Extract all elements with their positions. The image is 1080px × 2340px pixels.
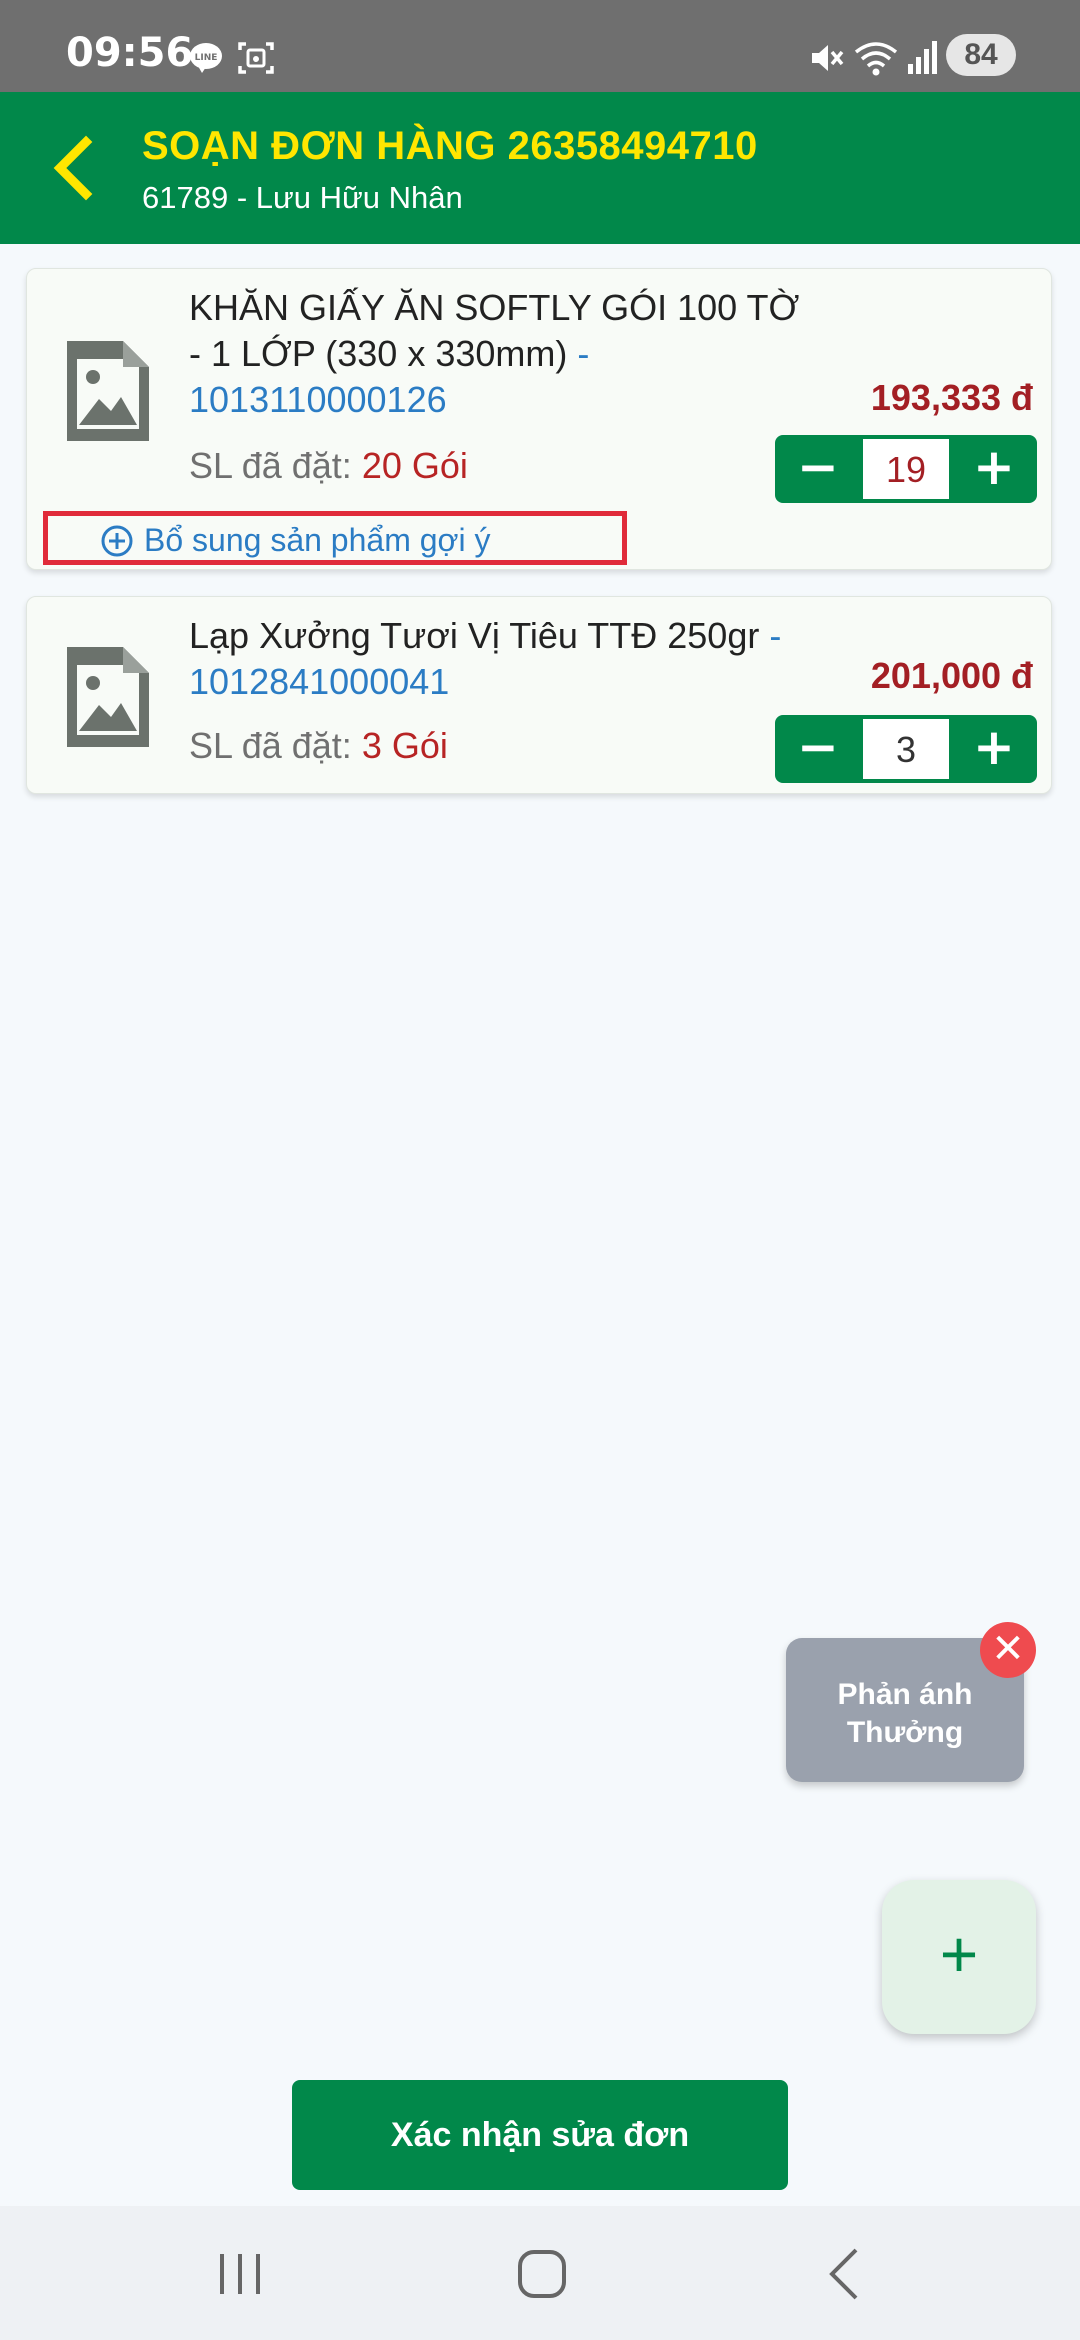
- product-price: 201,000 đ: [870, 655, 1033, 696]
- add-suggested-product-link[interactable]: Bổ sung sản phẩm gợi ý: [43, 511, 627, 565]
- product-name: Lạp Xưởng Tươi Vị Tiêu TTĐ 250gr - 10128…: [189, 615, 782, 702]
- quantity-input[interactable]: 3: [863, 719, 949, 779]
- customer-name: 61789 - Lưu Hữu Nhân: [142, 180, 463, 215]
- close-icon[interactable]: ✕: [980, 1622, 1036, 1678]
- quantity-input[interactable]: 19: [863, 439, 949, 499]
- product-name: KHĂN GIẤY ĂN SOFTLY GÓI 100 TỜ - 1 LỚP (…: [189, 287, 800, 420]
- ordered-quantity: SL đã đặt: 3 Gói: [189, 725, 448, 766]
- back-arrow-icon[interactable]: [40, 128, 110, 208]
- confirm-edit-order-button[interactable]: Xác nhận sửa đơn: [292, 2080, 788, 2190]
- status-bar: 09:56 LINE 84: [0, 0, 1080, 92]
- recent-apps-icon[interactable]: [210, 2244, 270, 2304]
- mute-icon: [812, 45, 844, 71]
- svg-text:LINE: LINE: [195, 53, 218, 63]
- system-nav-bar: [0, 2206, 1080, 2340]
- image-placeholder-icon: [67, 341, 149, 441]
- decrease-button[interactable]: −: [775, 435, 861, 503]
- product-code: 1012841000041: [189, 661, 450, 702]
- product-card[interactable]: KHĂN GIẤY ĂN SOFTLY GÓI 100 TỜ - 1 LỚP (…: [26, 268, 1052, 570]
- wifi-icon: [854, 42, 898, 76]
- screenshot-icon: [238, 42, 274, 74]
- image-placeholder-icon: [67, 647, 149, 747]
- add-product-fab[interactable]: +: [882, 1880, 1036, 2034]
- signal-icon: [908, 41, 937, 74]
- battery-level: 84: [946, 34, 1016, 76]
- quantity-stepper: − 19 +: [775, 435, 1037, 503]
- page-title: SOẠN ĐƠN HÀNG 26358494710: [142, 124, 758, 168]
- status-time: 09:56: [66, 30, 194, 76]
- product-code: 1013110000126: [189, 379, 447, 420]
- quantity-stepper: − 3 +: [775, 715, 1037, 783]
- decrease-button[interactable]: −: [775, 715, 861, 783]
- product-price: 193,333 đ: [870, 377, 1033, 418]
- suggest-label: Bổ sung sản phẩm gợi ý: [144, 522, 491, 558]
- home-icon[interactable]: [512, 2244, 572, 2304]
- line-icon: LINE: [190, 43, 222, 73]
- back-icon[interactable]: [816, 2244, 876, 2304]
- increase-button[interactable]: +: [951, 435, 1037, 503]
- increase-button[interactable]: +: [951, 715, 1037, 783]
- product-card[interactable]: Lạp Xưởng Tươi Vị Tiêu TTĐ 250gr - 10128…: [26, 596, 1052, 794]
- ordered-quantity: SL đã đặt: 20 Gói: [189, 445, 468, 486]
- app-header: SOẠN ĐƠN HÀNG 26358494710 61789 - Lưu Hữ…: [0, 92, 1080, 244]
- plus-circle-icon: [101, 525, 133, 557]
